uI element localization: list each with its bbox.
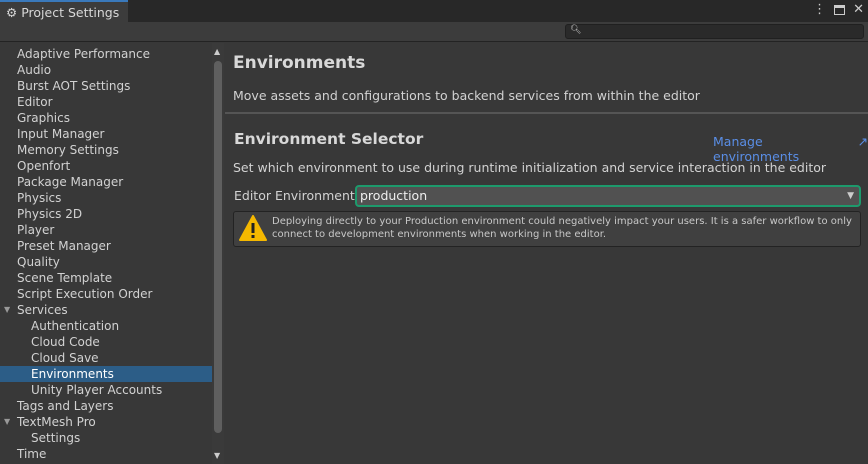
sidebar-item-time[interactable]: Time [0,446,212,462]
sidebar-item-label: Authentication [31,319,120,333]
sidebar-item-cloud-save[interactable]: Cloud Save [0,350,212,366]
sidebar-item-burst-aot-settings[interactable]: Burst AOT Settings [0,78,212,94]
field-label: Editor Environment [234,188,355,203]
sidebar-item-textmesh-pro[interactable]: ▼ TextMesh Pro [0,414,212,430]
sidebar-item-player[interactable]: Player [0,222,212,238]
sidebar-item-label: Physics [17,191,62,205]
sidebar-item-editor[interactable]: Editor [0,94,212,110]
sidebar-item-label: Adaptive Performance [17,47,150,61]
sidebar-item-preset-manager[interactable]: Preset Manager [0,238,212,254]
expand-arrow-icon[interactable]: ▼ [4,414,10,430]
sidebar-item-label: Openfort [17,159,71,173]
scrollbar[interactable]: ▲ ▼ [212,43,224,464]
dropdown-value: production [360,188,428,203]
sidebar-item-label: Preset Manager [17,239,111,253]
sidebar-item-label: Player [17,223,55,237]
editor-environment-dropdown[interactable]: production ▼ [355,185,861,207]
page-title: Environments [233,53,366,73]
sidebar-item-cloud-code[interactable]: Cloud Code [0,334,212,350]
maximize-icon[interactable] [834,4,846,15]
sidebar-item-authentication[interactable]: Authentication [0,318,212,334]
sidebar-item-physics[interactable]: Physics [0,190,212,206]
divider [225,112,868,114]
close-icon[interactable]: ✕ [853,2,864,17]
section-title: Environment Selector [234,130,424,148]
sidebar-item-script-execution-order[interactable]: Script Execution Order [0,286,212,302]
sidebar-item-label: Scene Template [17,271,113,285]
search-icon: 🔍︎ [570,25,582,35]
sidebar-item-label: Time [17,447,47,461]
sidebar-item-label: Unity Player Accounts [31,383,163,397]
sidebar-item-adaptive-performance[interactable]: Adaptive Performance [0,46,212,62]
sidebar-item-label: Quality [17,255,60,269]
sidebar-item-audio[interactable]: Audio [0,62,212,78]
sidebar-item-label: Memory Settings [17,143,119,157]
sidebar-item-label: Graphics [17,111,70,125]
tab-bar: ⚙ Project Settings ⋮ ✕ [0,0,868,22]
sidebar-item-label: Tags and Layers [17,399,114,413]
scroll-down-icon[interactable]: ▼ [214,451,220,460]
tab-project-settings[interactable]: ⚙ Project Settings [0,0,128,22]
warning-text: Deploying directly to your Production en… [272,216,852,240]
sidebar-item-input-manager[interactable]: Input Manager [0,126,212,142]
toolbar: 🔍︎ [0,22,868,42]
sidebar-item-scene-template[interactable]: Scene Template [0,270,212,286]
sidebar-item-label: TextMesh Pro [17,415,96,429]
page-description: Move assets and configurations to backen… [233,88,700,103]
sidebar-item-label: Editor [17,95,53,109]
sidebar-item-label: Services [17,303,68,317]
chevron-down-icon: ▼ [847,191,854,201]
sidebar-item-label: Audio [17,63,52,77]
sidebar-item-label: Settings [31,431,81,445]
sidebar-item-package-manager[interactable]: Package Manager [0,174,212,190]
sidebar-item-label: Physics 2D [17,207,83,221]
sidebar-item-settings[interactable]: Settings [0,430,212,446]
sidebar-item-unity-player-accounts[interactable]: Unity Player Accounts [0,382,212,398]
main-panel: Environments Move assets and configurati… [225,43,868,464]
sidebar-item-label: Input Manager [17,127,105,141]
sidebar-item-memory-settings[interactable]: Memory Settings [0,142,212,158]
gear-icon: ⚙ [6,4,18,20]
sidebar-item-label: Script Execution Order [17,287,153,301]
sidebar-item-graphics[interactable]: Graphics [0,110,212,126]
warning-icon [239,215,267,241]
sidebar: Adaptive Performance Audio Burst AOT Setti… [0,43,224,464]
sidebar-item-label: Environments [31,367,114,381]
search-input[interactable]: 🔍︎ [565,24,864,39]
sidebar-item-environments[interactable]: Environments [0,366,212,382]
more-options-icon[interactable]: ⋮ [813,2,826,17]
sidebar-item-physics-2d[interactable]: Physics 2D [0,206,212,222]
sidebar-item-tags-and-layers[interactable]: Tags and Layers [0,398,212,414]
sidebar-item-services[interactable]: ▼ Services [0,302,212,318]
sidebar-item-label: Cloud Code [31,335,100,349]
scrollbar-thumb[interactable] [214,61,222,433]
sidebar-item-openfort[interactable]: Openfort [0,158,212,174]
sidebar-item-label: Burst AOT Settings [17,79,131,93]
warning-box: Deploying directly to your Production en… [233,211,861,247]
sidebar-item-quality[interactable]: Quality [0,254,212,270]
scroll-up-icon[interactable]: ▲ [214,47,220,56]
section-description: Set which environment to use during runt… [233,160,827,175]
expand-arrow-icon[interactable]: ▼ [4,302,10,318]
sidebar-item-label: Cloud Save [31,351,99,365]
tab-title: Project Settings [21,4,120,20]
sidebar-item-label: Package Manager [17,175,124,189]
external-link-icon: ↗ [857,134,868,149]
